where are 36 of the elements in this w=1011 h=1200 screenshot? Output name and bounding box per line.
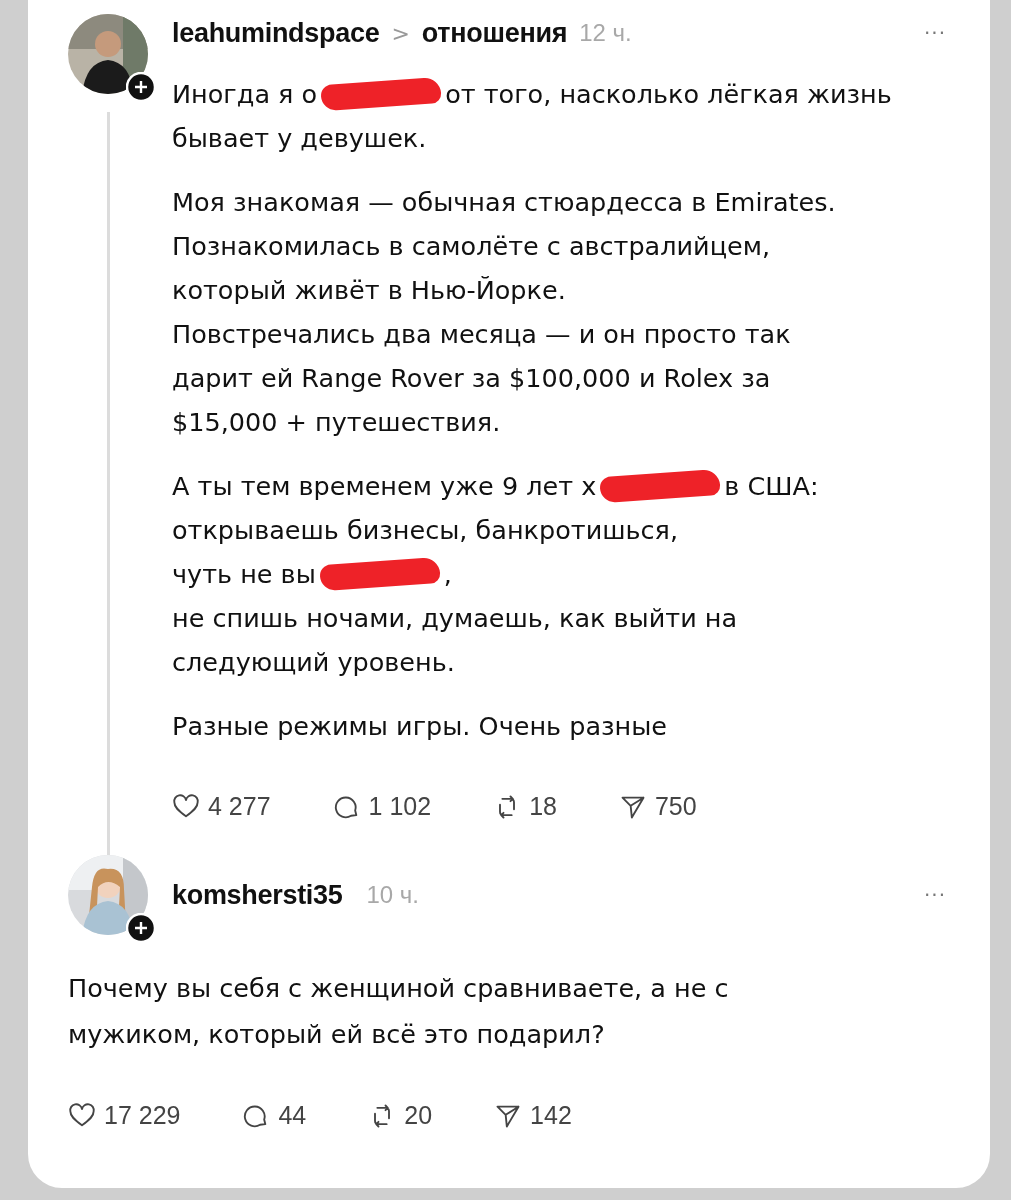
comment-button[interactable]: 1 102 — [332, 792, 432, 821]
post-text: от того, насколько лёгкая жизнь — [445, 78, 892, 111]
repost-button[interactable]: 18 — [493, 792, 557, 821]
reply-text: Почему вы себя с женщиной сравниваете, а не с мужиком, который ей всё это подарил? — [68, 972, 730, 1051]
post-text: А ты тем временем уже 9 лет х — [172, 470, 597, 503]
post-text: не спишь ночами, думаешь, как выйти на — [172, 602, 738, 635]
post-text: Иногда я о — [172, 78, 318, 111]
post-text: чуть не вы — [172, 558, 316, 591]
post-text: который живёт в Нью-Йорке. — [172, 274, 566, 307]
more-button[interactable]: ··· — [923, 883, 946, 907]
post-text: Разные режимы игры. Очень разные — [172, 710, 668, 743]
post-text: , — [443, 558, 452, 591]
post-text: Познакомилась в самолёте с австралийцем, — [172, 230, 771, 263]
post-text: бывает у девушек. — [172, 122, 427, 155]
post-text: Моя знакомая — обычная стюардесса в Emirates. — [172, 186, 836, 219]
reply-time: 10 ч. — [366, 881, 420, 909]
post-text: Повстречались два месяца — и он просто так — [172, 318, 791, 351]
username[interactable]: leahumindspace — [172, 17, 380, 49]
post-text: $15,000 + путешествия. — [172, 406, 501, 439]
post-text: открываешь бизнесы, банкротишься, — [172, 514, 679, 547]
like-button[interactable]: 17 229 — [68, 1101, 181, 1130]
follow-icon[interactable] — [126, 913, 156, 943]
post-text: следующий уровень. — [172, 646, 455, 679]
topic-tag[interactable]: отношения — [421, 17, 568, 49]
share-button[interactable]: 142 — [494, 1101, 572, 1130]
more-button[interactable]: ··· — [923, 21, 946, 45]
post-time: 12 ч. — [579, 19, 632, 47]
post-text: в США: — [724, 470, 819, 503]
follow-icon[interactable] — [126, 72, 156, 102]
repost-button[interactable]: 20 — [368, 1101, 433, 1130]
username[interactable]: komshersti35 — [172, 879, 343, 911]
comment-button[interactable]: 44 — [242, 1101, 307, 1130]
chevron: > — [391, 20, 410, 46]
share-button[interactable]: 750 — [618, 792, 697, 821]
post-text: дарит ей Range Rover за $100,000 и Rolex за — [172, 362, 771, 395]
like-button[interactable]: 4 277 — [172, 792, 271, 821]
